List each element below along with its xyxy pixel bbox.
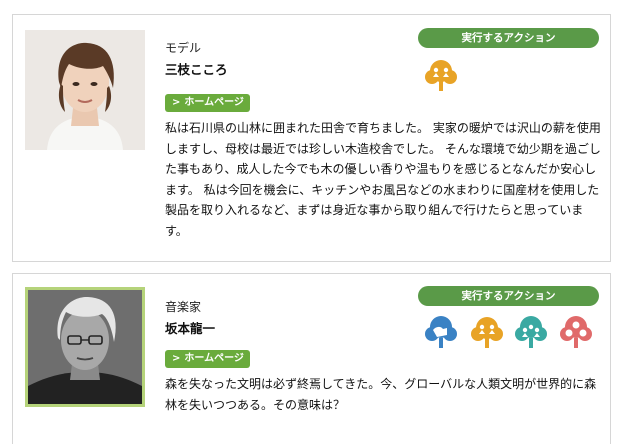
profile-photo [25,30,145,150]
orange-tree-people-icon[interactable] [469,314,505,350]
homepage-button[interactable]: > ホームページ [165,350,250,368]
actions-header: 実行するアクション [418,286,599,306]
profile-role: モデル [165,41,202,55]
profile-role: 音楽家 [165,300,202,314]
teal-tree-people-icon[interactable] [513,314,549,350]
pink-tree-faces-icon[interactable] [558,314,594,350]
profile-name: 三枝こころ [165,62,228,77]
actions-header: 実行するアクション [418,28,599,48]
profile-card: モデル 三枝こころ > ホームページ 私は石川県の山林に囲まれた田舎で育ちました。… [12,14,611,262]
chevron-right-icon: > [172,97,181,108]
profile-photo [25,287,145,407]
homepage-button[interactable]: > ホームページ [165,94,250,112]
profile-description: 私は石川県の山林に囲まれた田舎で育ちました。 実家の暖炉では沢山の薪を使用します… [165,121,601,238]
profile-card: 音楽家 坂本龍一 > ホームページ 森を失なった文明は必ず終焉してきた。今、グロー… [12,273,611,444]
profile-name: 坂本龍一 [165,321,216,336]
orange-tree-people-icon[interactable] [423,57,459,93]
profile-description: 森を失なった文明は必ず終焉してきた。今、グローバルな人類文明が世界的に森林を失い… [165,377,597,412]
chevron-right-icon: > [172,353,181,364]
homepage-button-label: ホームページ [184,97,244,108]
homepage-button-label: ホームページ [184,353,244,364]
blue-tree-hand-icon[interactable] [423,314,459,350]
